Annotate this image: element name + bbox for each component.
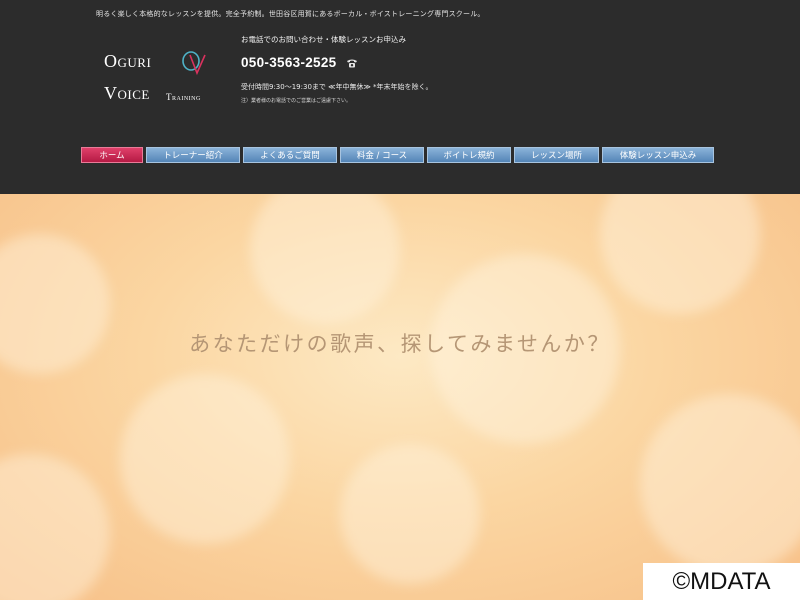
- contact-block: お電話でのお問い合わせ・体験レッスンお申込み 050-3563-2525 受付時…: [241, 34, 501, 104]
- global-nav: ホーム トレーナー紹介 よくあるご質問 料金 / コース ボイトレ規約 レッスン…: [81, 147, 717, 163]
- nav-home[interactable]: ホーム: [81, 147, 143, 163]
- phone-row: 050-3563-2525: [241, 55, 358, 70]
- site-logo[interactable]: Oguri Voice Training: [104, 46, 224, 116]
- nav-trial-lesson[interactable]: 体験レッスン申込み: [602, 147, 714, 163]
- telephone-icon: [347, 59, 358, 67]
- contact-note: 注）業者様のお電話でのご営業はご遠慮下さい。: [241, 98, 352, 104]
- phone-number[interactable]: 050-3563-2525: [241, 55, 336, 70]
- bokeh-light: [640, 394, 800, 574]
- watermark: ©MDATA: [643, 563, 800, 600]
- nav-trainers[interactable]: トレーナー紹介: [146, 147, 240, 163]
- bokeh-light: [340, 444, 480, 584]
- nav-locations[interactable]: レッスン場所: [514, 147, 599, 163]
- nav-faq[interactable]: よくあるご質問: [243, 147, 337, 163]
- bokeh-light: [0, 454, 110, 600]
- bokeh-light: [250, 194, 400, 324]
- logo-word-voice: Voice: [104, 83, 150, 103]
- logo-word-oguri: Oguri: [104, 51, 152, 71]
- bokeh-light: [120, 374, 290, 544]
- site-header: 明るく楽しく本格的なレッスンを提供。完全予約制。世田谷区用賀にあるボーカル・ボイ…: [0, 0, 800, 194]
- logo-mark-icon: [182, 51, 206, 76]
- logo-word-training: Training: [166, 92, 201, 102]
- nav-pricing[interactable]: 料金 / コース: [340, 147, 424, 163]
- bokeh-light: [600, 194, 760, 314]
- hero-title: あなただけの歌声、探してみませんか？: [189, 332, 611, 356]
- contact-lead: お電話でのお問い合わせ・体験レッスンお申込み: [241, 35, 406, 44]
- business-hours: 受付時間9:30～19:30まで ≪年中無休≫ *年末年始を除く。: [241, 83, 433, 91]
- nav-terms[interactable]: ボイトレ規約: [427, 147, 511, 163]
- site-tagline: 明るく楽しく本格的なレッスンを提供。完全予約制。世田谷区用賀にあるボーカル・ボイ…: [96, 10, 485, 18]
- hero-banner: あなただけの歌声、探してみませんか？: [0, 194, 800, 600]
